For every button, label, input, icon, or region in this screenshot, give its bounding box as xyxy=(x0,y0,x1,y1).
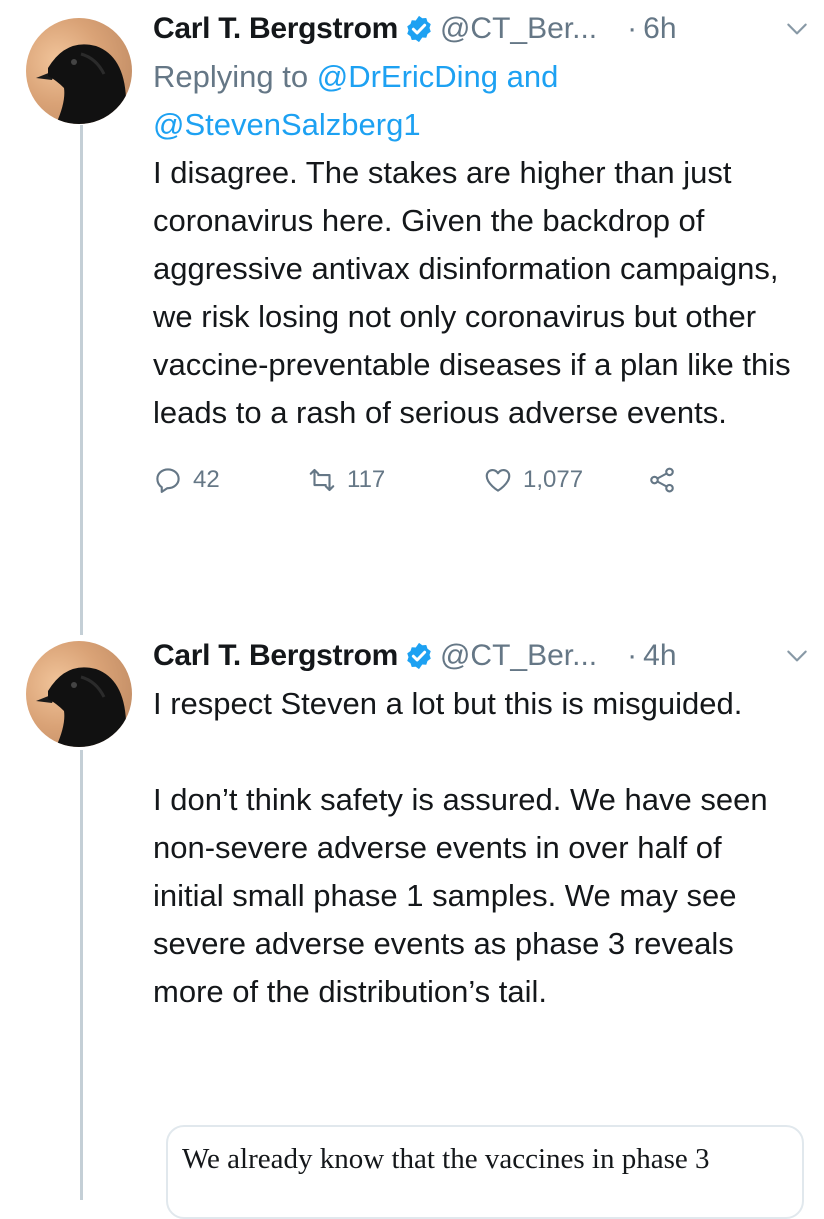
tweet-header: Carl T. Bergstrom @CT_Ber... · 4h xyxy=(153,632,810,680)
separator-dot: · xyxy=(627,639,638,672)
tweet[interactable]: Carl T. Bergstrom @CT_Ber... · 6h Replyi… xyxy=(153,5,810,505)
display-name[interactable]: Carl T. Bergstrom xyxy=(153,12,398,46)
retweet-count: 117 xyxy=(347,466,386,493)
reply-button[interactable]: 42 xyxy=(153,465,307,495)
reply-count: 42 xyxy=(193,466,220,493)
share-button[interactable] xyxy=(647,465,687,495)
mention-link[interactable]: @StevenSalzberg1 xyxy=(153,107,421,142)
replying-to: Replying to @DrEricDing and @StevenSalzb… xyxy=(153,53,810,149)
separator-dot: · xyxy=(627,12,638,45)
chevron-down-icon[interactable] xyxy=(784,643,810,669)
verified-badge-icon xyxy=(404,14,434,44)
thread-line xyxy=(80,125,83,635)
crow-image xyxy=(36,44,132,124)
tweet-text: I respect Steven a lot but this is misgu… xyxy=(153,686,768,1009)
share-icon xyxy=(647,465,687,495)
thread-line xyxy=(80,750,83,1200)
display-name[interactable]: Carl T. Bergstrom xyxy=(153,639,398,673)
retweet-icon xyxy=(307,465,347,495)
tweet-text: I disagree. The stakes are higher than j… xyxy=(153,155,791,430)
avatar[interactable] xyxy=(26,641,132,747)
avatar[interactable] xyxy=(26,18,132,124)
retweet-button[interactable]: 117 xyxy=(307,465,483,495)
mention-link[interactable]: @DrEricDing xyxy=(317,59,498,94)
timestamp[interactable]: 6h xyxy=(643,12,676,46)
tweet-header: Carl T. Bergstrom @CT_Ber... · 6h xyxy=(153,5,810,53)
heart-icon xyxy=(483,465,523,495)
replying-prefix: Replying to xyxy=(153,59,317,94)
crow-image xyxy=(36,667,132,747)
reply-icon xyxy=(153,465,193,495)
tweet-actions: 42 117 1,077 xyxy=(153,455,810,505)
timestamp[interactable]: 4h xyxy=(643,639,676,673)
chevron-down-icon[interactable] xyxy=(784,16,810,42)
like-count: 1,077 xyxy=(523,466,584,493)
verified-badge-icon xyxy=(404,641,434,671)
quoted-tweet-text: We already know that the vaccines in pha… xyxy=(182,1143,710,1175)
user-handle[interactable]: @CT_Ber... xyxy=(440,12,597,46)
quoted-tweet[interactable]: We already know that the vaccines in pha… xyxy=(166,1125,804,1219)
replying-and: and xyxy=(498,59,559,94)
user-handle[interactable]: @CT_Ber... xyxy=(440,639,597,673)
tweet[interactable]: Carl T. Bergstrom @CT_Ber... · 4h I resp… xyxy=(153,632,810,1016)
like-button[interactable]: 1,077 xyxy=(483,465,647,495)
